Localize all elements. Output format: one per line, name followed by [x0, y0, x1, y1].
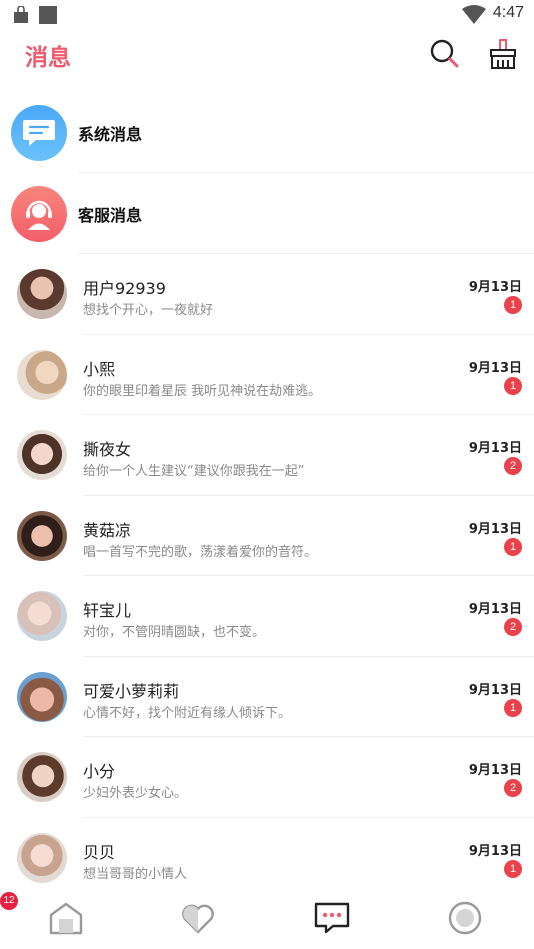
header: 消息: [0, 30, 534, 88]
unread-badge: 1: [504, 296, 522, 314]
chat-preview: 少妇外表少女心。: [83, 786, 188, 801]
chat-item[interactable]: 用户92939 想找个开心，一夜就好 9月13日 1: [0, 254, 534, 335]
status-bar: 4:47: [0, 0, 534, 30]
chat-item[interactable]: 轩宝儿 对你，不管阴晴圆缺，也不变。 9月13日 2: [0, 576, 534, 657]
search-icon: [430, 39, 459, 68]
nav-match[interactable]: [178, 898, 218, 938]
unread-badge: 2: [504, 618, 522, 636]
chat-item[interactable]: 小熙 你的眼里印着星辰 我听见神说在劫难逃。 9月13日 1: [0, 335, 534, 415]
avatar: [17, 510, 67, 561]
message-icon: [314, 902, 350, 934]
broom-icon: [490, 39, 516, 69]
wifi-icon: [462, 5, 486, 24]
heart-icon: [182, 904, 214, 934]
chat-item[interactable]: 贝贝 想当哥哥的小情人 9月13日 1: [0, 818, 534, 899]
avatar: [17, 832, 67, 883]
chat-name: 可爱小萝莉莉: [83, 681, 180, 701]
search-button[interactable]: [427, 36, 463, 72]
nav-profile[interactable]: [445, 898, 485, 938]
chat-name: 黄菇凉: [83, 520, 132, 540]
square-icon: [39, 6, 57, 24]
page-title: 消息: [25, 45, 71, 71]
chat-preview: 给你一个人生建议“建议你跟我在一起”: [83, 464, 305, 479]
avatar: [17, 269, 67, 319]
chat-name: 轩宝儿: [83, 601, 132, 620]
unread-badge: 1: [504, 376, 522, 395]
clear-messages-button[interactable]: [485, 36, 521, 72]
chat-date: 9月13日: [468, 521, 522, 537]
home-icon: [49, 902, 83, 935]
customer-service-label: 客服消息: [78, 206, 143, 225]
avatar: [17, 671, 67, 722]
customer-service-icon: [11, 186, 67, 242]
chat-date: 9月13日: [468, 360, 522, 376]
chat-date: 9月13日: [468, 843, 522, 859]
chat-name: 贝贝: [83, 842, 116, 862]
avatar: [17, 430, 67, 480]
chat-date: 9月13日: [468, 280, 522, 295]
chat-item[interactable]: 小分 少妇外表少女心。 9月13日 2: [0, 737, 534, 818]
system-messages-item[interactable]: 系统消息: [0, 93, 534, 173]
status-time: 4:47: [492, 4, 524, 21]
unread-badge: 2: [504, 457, 522, 475]
chat-preview: 你的眼里印着星辰 我听见神说在劫难逃。: [83, 383, 322, 399]
home-badge: 12: [0, 892, 18, 910]
chat-name: 小熙: [83, 359, 116, 379]
chat-date: 9月13日: [468, 602, 522, 617]
unread-badge: 1: [504, 537, 522, 556]
chat-date: 9月13日: [468, 763, 522, 778]
unread-badge: 1: [504, 859, 522, 878]
chat-item[interactable]: 可爱小萝莉莉 心情不好，找个附近有缘人倾诉下。 9月13日 1: [0, 657, 534, 737]
divider: [78, 172, 534, 173]
shopping-bag-icon: [14, 6, 28, 23]
chat-preview: 唱一首写不完的歌，荡漾着爱你的音符。: [83, 544, 318, 560]
avatar: [17, 591, 67, 641]
chat-preview: 对你，不管阴晴圆缺，也不变。: [83, 625, 266, 640]
chat-preview: 心情不好，找个附近有缘人倾诉下。: [83, 705, 292, 721]
avatar: [17, 752, 67, 802]
customer-service-item[interactable]: 客服消息: [0, 174, 534, 254]
nav-home[interactable]: [46, 898, 86, 938]
system-messages-label: 系统消息: [78, 125, 143, 144]
chat-name: 小分: [83, 762, 116, 781]
chat-date: 9月13日: [468, 441, 522, 456]
chat-list: 用户92939 想找个开心，一夜就好 9月13日 1 小熙 你的眼里印着星辰 我…: [0, 254, 534, 898]
nav-messages[interactable]: [312, 898, 352, 938]
chat-name: 撕夜女: [83, 440, 132, 459]
avatar: [17, 349, 67, 400]
unread-badge: 2: [504, 779, 522, 797]
chat-preview: 想找个开心，一夜就好: [83, 303, 214, 318]
chat-item[interactable]: 撕夜女 给你一个人生建议“建议你跟我在一起” 9月13日 2: [0, 415, 534, 496]
chat-date: 9月13日: [468, 682, 522, 698]
bottom-nav: [0, 888, 534, 949]
chat-item[interactable]: 黄菇凉 唱一首写不完的歌，荡漾着爱你的音符。 9月13日 1: [0, 496, 534, 576]
chat-name: 用户92939: [83, 279, 166, 298]
chat-preview: 想当哥哥的小情人: [83, 866, 188, 882]
system-message-icon: [11, 105, 67, 161]
unread-badge: 1: [504, 698, 522, 717]
profile-icon: [448, 901, 482, 935]
